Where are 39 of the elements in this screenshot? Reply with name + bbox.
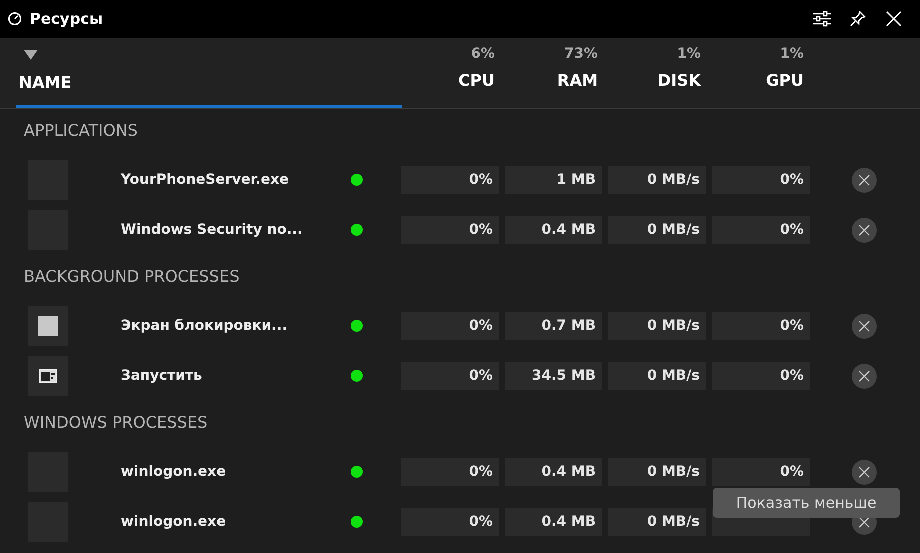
table-cell: 34.5 MB [505,362,602,390]
table-cell: 0% [401,216,499,244]
table-cell: 0 MB/s [608,458,706,486]
section-heading: BACKGROUND PROCESSES [24,267,240,287]
window-title: Ресурсы [30,8,104,30]
table-cell: 0% [401,362,499,390]
table-cell: 0% [401,458,499,486]
table-cell: 0% [712,458,810,486]
table-cell: 0.4 MB [505,508,602,536]
table-cell: 0 MB/s [608,312,706,340]
column-header-button[interactable]: 73% RAM [505,38,608,108]
name-column-header[interactable]: NAME [16,38,402,108]
table-cell: 0% [401,508,499,536]
process-name: YourPhoneServer.exe [121,170,290,190]
process-name: winlogon.exe [121,512,228,532]
table-cell: 0.7 MB [505,312,602,340]
table-cell: 0% [712,362,810,390]
process-name: winlogon.exe [121,462,228,482]
table-cell: 0 MB/s [608,362,706,390]
process-name: Экран блокировки... [121,316,289,336]
table-cell: 0% [712,312,810,340]
section-heading: APPLICATIONS [24,121,138,141]
column-header-button[interactable]: 6% CPU [402,38,505,108]
column-header-button[interactable]: 1% GPU [711,38,814,108]
table-cell: 0.4 MB [505,458,602,486]
table-cell: 0 MB/s [608,216,706,244]
table-cell: 0% [712,216,810,244]
table-cell: 0% [401,166,499,194]
table-cell: 0% [712,166,810,194]
process-name: Запустить [121,366,204,386]
table-cell: 0% [401,312,499,340]
table-cell: 0.4 MB [505,216,602,244]
process-name: Windows Security no... [121,220,304,240]
table-cell: 0 MB/s [608,508,706,536]
section-heading: WINDOWS PROCESSES [24,413,208,433]
column-header-button[interactable]: 1% DISK [608,38,711,108]
tooltip: Показать меньше [713,488,900,518]
table-cell: 1 MB [505,166,602,194]
table-cell: 0 MB/s [608,166,706,194]
